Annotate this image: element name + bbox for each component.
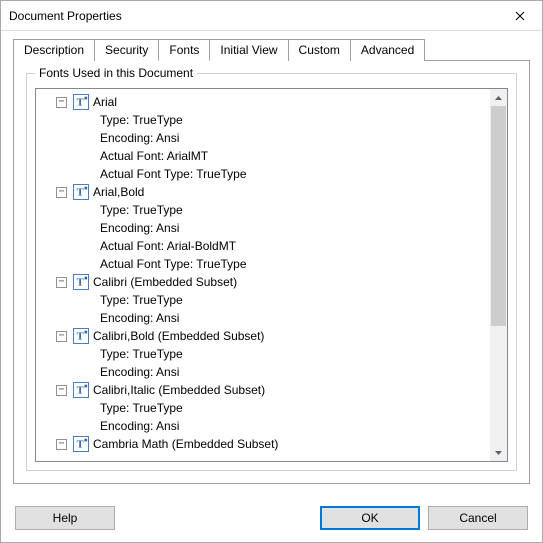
close-button[interactable]: [497, 1, 542, 30]
scroll-up-button[interactable]: [490, 89, 507, 106]
font-tree-container: −TArialType: TrueTypeEncoding: AnsiActua…: [35, 88, 508, 462]
font-details: Type: TrueTypeEncoding: AnsiActual Font:…: [38, 111, 488, 183]
font-details: Type: TrueTypeEncoding: Ansi: [38, 291, 488, 327]
help-button[interactable]: Help: [15, 506, 115, 530]
tab-description[interactable]: Description: [13, 39, 95, 61]
tab-advanced[interactable]: Advanced: [350, 39, 425, 61]
tab-fonts[interactable]: Fonts: [158, 39, 210, 61]
font-detail-line: Encoding: Ansi: [100, 363, 488, 381]
scroll-thumb[interactable]: [491, 106, 506, 326]
font-header[interactable]: −T Calibri (Embedded Subset): [38, 273, 488, 291]
tab-security[interactable]: Security: [94, 39, 159, 61]
font-detail-line: Encoding: Ansi: [100, 129, 488, 147]
font-details: Type: TrueTypeEncoding: Ansi: [38, 399, 488, 435]
font-node: −T Cambria Math (Embedded Subset): [38, 435, 488, 453]
tree-collapse-icon[interactable]: −: [56, 385, 67, 396]
tab-custom[interactable]: Custom: [288, 39, 351, 61]
font-name-label: Cambria Math (Embedded Subset): [93, 437, 278, 451]
font-icon: T: [73, 436, 89, 452]
svg-text:T: T: [77, 440, 84, 451]
svg-text:T: T: [77, 188, 84, 199]
vertical-scrollbar[interactable]: [490, 89, 507, 461]
font-icon: T: [73, 274, 89, 290]
window-title: Document Properties: [9, 9, 122, 23]
font-detail-line: Type: TrueType: [100, 111, 488, 129]
content-area: Description Security Fonts Initial View …: [1, 31, 542, 496]
font-detail-line: Actual Font: Arial-BoldMT: [100, 237, 488, 255]
scroll-track[interactable]: [490, 106, 507, 444]
font-node: −T Calibri,Italic (Embedded Subset) Type: …: [38, 381, 488, 435]
font-detail-line: Encoding: Ansi: [100, 309, 488, 327]
font-icon: T: [73, 382, 89, 398]
font-icon: T: [73, 184, 89, 200]
svg-text:T: T: [77, 332, 84, 343]
font-detail-line: Actual Font: ArialMT: [100, 147, 488, 165]
font-header[interactable]: −T Calibri,Bold (Embedded Subset): [38, 327, 488, 345]
button-group-right: OK Cancel: [320, 506, 528, 530]
font-node: −T Calibri,Bold (Embedded Subset) Type: Tr…: [38, 327, 488, 381]
tree-collapse-icon[interactable]: −: [56, 277, 67, 288]
font-name-label: Calibri,Bold (Embedded Subset): [93, 329, 264, 343]
scroll-down-button[interactable]: [490, 444, 507, 461]
font-detail-line: Type: TrueType: [100, 201, 488, 219]
tree-collapse-icon[interactable]: −: [56, 331, 67, 342]
tree-collapse-icon[interactable]: −: [56, 187, 67, 198]
font-detail-line: Type: TrueType: [100, 399, 488, 417]
font-header[interactable]: −T Cambria Math (Embedded Subset): [38, 435, 488, 453]
tree-collapse-icon[interactable]: −: [56, 97, 67, 108]
chevron-up-icon: [495, 96, 502, 100]
font-node: −T Arial,Bold Type: TrueTypeEncoding: Ansi…: [38, 183, 488, 273]
dialog-window: Document Properties Description Security…: [0, 0, 543, 543]
font-node: −TArialType: TrueTypeEncoding: AnsiActua…: [38, 93, 488, 183]
chevron-down-icon: [495, 451, 502, 455]
cancel-button[interactable]: Cancel: [428, 506, 528, 530]
font-details: Type: TrueTypeEncoding: AnsiActual Font:…: [38, 201, 488, 273]
svg-text:T: T: [77, 98, 84, 109]
groupbox-label: Fonts Used in this Document: [35, 66, 197, 80]
svg-text:T: T: [77, 278, 84, 289]
font-name-label: Calibri (Embedded Subset): [93, 275, 237, 289]
button-row: Help OK Cancel: [1, 496, 542, 542]
font-header[interactable]: −T Calibri,Italic (Embedded Subset): [38, 381, 488, 399]
tab-initial-view[interactable]: Initial View: [209, 39, 288, 61]
font-tree[interactable]: −TArialType: TrueTypeEncoding: AnsiActua…: [36, 89, 490, 461]
fonts-groupbox: Fonts Used in this Document −TArialType:…: [26, 73, 517, 471]
font-detail-line: Type: TrueType: [100, 345, 488, 363]
font-detail-line: Encoding: Ansi: [100, 219, 488, 237]
font-node: −T Calibri (Embedded Subset) Type: TrueTyp…: [38, 273, 488, 327]
tab-panel-fonts: Fonts Used in this Document −TArialType:…: [13, 60, 530, 484]
font-detail-line: Actual Font Type: TrueType: [100, 255, 488, 273]
tree-collapse-icon[interactable]: −: [56, 439, 67, 450]
font-header[interactable]: −T Arial,Bold: [38, 183, 488, 201]
close-icon: [515, 8, 525, 24]
titlebar: Document Properties: [1, 1, 542, 31]
font-detail-line: Type: TrueType: [100, 291, 488, 309]
font-detail-line: Actual Font Type: TrueType: [100, 165, 488, 183]
font-icon: T: [73, 94, 89, 110]
ok-button[interactable]: OK: [320, 506, 420, 530]
font-detail-line: Encoding: Ansi: [100, 417, 488, 435]
font-name-label: Arial,Bold: [93, 185, 144, 199]
font-icon: T: [73, 328, 89, 344]
tab-strip: Description Security Fonts Initial View …: [13, 39, 530, 61]
font-header[interactable]: −T Arial: [38, 93, 488, 111]
font-name-label: Calibri,Italic (Embedded Subset): [93, 383, 265, 397]
font-name-label: Arial: [93, 95, 117, 109]
font-details: Type: TrueTypeEncoding: Ansi: [38, 345, 488, 381]
svg-text:T: T: [77, 386, 84, 397]
